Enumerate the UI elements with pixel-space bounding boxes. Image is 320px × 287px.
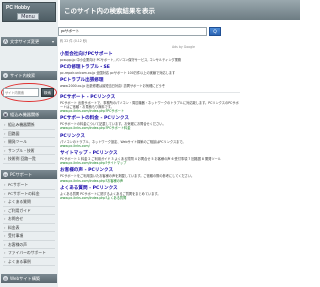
- section-pc-support[interactable]: ▭ PCサポート: [1, 170, 57, 179]
- sidebar: PC Hobby Menu A 文字サイズ変更 ▾ ⌕ サイト内検索 検索 ▣ …: [0, 0, 58, 287]
- logo-title: PC Hobby: [6, 5, 30, 11]
- divider: [60, 91, 240, 93]
- section-web-create[interactable]: ◎ Webサイト構築: [1, 274, 57, 283]
- result-url[interactable]: www.pc-links.com/: [60, 144, 240, 148]
- section-label: サイト内検索: [10, 73, 36, 78]
- menu-item[interactable]: 技術例 回路一覧: [3, 155, 55, 164]
- globe-icon: ◎: [3, 276, 8, 281]
- result-url[interactable]: www.pc-links.com/index.php?PCサポート: [60, 109, 240, 113]
- menu-item[interactable]: お客様の声: [3, 241, 55, 249]
- menu-item[interactable]: 料金表: [3, 224, 55, 232]
- ad-result: 小型会社向けPCサポート pcsupp.jp 中小企業向け PCサポート, パソ…: [60, 52, 240, 62]
- result-stats: 約 22 件 (0.12 秒): [60, 39, 88, 43]
- section-text-size[interactable]: A 文字サイズ変更 ▾: [1, 37, 57, 46]
- result-url[interactable]: www.pc-links.com/index.php?PCサポート料金: [60, 126, 240, 130]
- search-icon: ⌕: [3, 73, 8, 78]
- site-logo[interactable]: PC Hobby Menu: [2, 2, 56, 22]
- menu-item[interactable]: お問合せ: [3, 215, 55, 224]
- search-result: PCサポートの料金 - PCリンクス PCサポートの料金について記載しています。…: [60, 116, 240, 130]
- search-result: お客様の声 - PCリンクス PCサポートをご利用頂いたお客様の声を掲載していま…: [60, 168, 240, 182]
- site-search-input[interactable]: [3, 88, 39, 97]
- search-result: PCサポート - PCリンクス PCサポート 出張サポートで、事務所のパソコン・…: [60, 95, 240, 114]
- results-list: 小型会社向けPCサポート pcsupp.jp 中小企業向け PCサポート, パソ…: [60, 52, 240, 203]
- page-header: このサイト内の検索結果を表示: [60, 0, 300, 20]
- menu-item[interactable]: ファイバーのサポート: [3, 249, 55, 258]
- text-size-icon: A: [3, 39, 8, 44]
- menu-item[interactable]: PCサポートの料金: [3, 190, 55, 198]
- section-label: 文字サイズ変更: [10, 39, 40, 44]
- google-search-input[interactable]: [58, 27, 207, 36]
- ad-result: PCの修理トラブル・SE pc-repair.unicom.co.jp 全国対応…: [60, 65, 240, 75]
- section-label: 組込み機器関係: [10, 112, 40, 117]
- result-url[interactable]: www.pc-links.com/index.php?お客様の声: [60, 179, 240, 183]
- site-search-button[interactable]: 検索: [41, 88, 54, 97]
- menu-item[interactable]: 開発ツール: [3, 138, 55, 147]
- pc-related-menu: 組込み機器関係 回路図 開発ツール サンプル・技術 技術例 回路一覧: [3, 121, 55, 164]
- result-snippet: pcsupp.jp 中小企業向け PCサポート, パソコン保守サービス, コンサ…: [60, 58, 182, 62]
- menu-button[interactable]: Menu: [17, 13, 39, 20]
- result-snippet: PCサポート 出張サポートで、事務所のパソコン・周辺機器・ネットワークのトラブル…: [60, 100, 239, 109]
- menu-item[interactable]: ご利用ガイド: [3, 207, 55, 215]
- result-url[interactable]: www.pc-links.com/index.php?サイトマップ: [60, 161, 240, 165]
- menu-item[interactable]: よくある事例: [3, 258, 55, 266]
- result-snippet: www.2000.co.jp 出張修理は最短当日対応! 訪問サポートお気軽にどう…: [60, 84, 166, 89]
- menu-item[interactable]: 回路図: [3, 130, 55, 138]
- google-search-button[interactable]: Q: [209, 27, 221, 36]
- section-pc-related[interactable]: ▣ 組込み機器関係: [1, 110, 57, 119]
- pc-support-menu: PCサポート PCサポートの料金 よくある質問 ご利用ガイド お問合せ 料金表 …: [3, 181, 55, 266]
- menu-item[interactable]: 受付事項: [3, 232, 55, 241]
- menu-item[interactable]: よくある質問: [3, 198, 55, 207]
- search-result: よくある質問 - PCリンクス よくある質問 PCサポートに関するよくあるご質問…: [60, 186, 240, 200]
- ad-result: PCトラブル出張修理 www.2000.co.jp 出張修理は最短当日対応! 訪…: [60, 78, 240, 88]
- search-result: PCリンクス パソコンのトラブル、ネットワーク設定、Webサイト構築のご相談はP…: [60, 134, 240, 148]
- monitor-icon: ▭: [3, 172, 8, 177]
- menu-item[interactable]: 組込み機器関係: [3, 121, 55, 130]
- google-search-form: Q: [58, 27, 248, 36]
- section-label: Webサイト構築: [10, 276, 41, 281]
- search-result: サイトマップ - PCリンクス PCサポート 1 料金 2 ご利用ガイド 3 よ…: [60, 151, 240, 165]
- section-label: PCサポート: [10, 172, 33, 177]
- site-search-form: 検索: [3, 88, 55, 97]
- chip-icon: ▣: [3, 112, 8, 117]
- menu-item[interactable]: PCサポート: [3, 181, 55, 190]
- result-url[interactable]: www.pc-links.com/index.php?よくある質問: [60, 196, 240, 200]
- page-title: このサイト内の検索結果を表示: [64, 8, 155, 15]
- menu-item[interactable]: サンプル・技術: [3, 147, 55, 155]
- section-site-search: ⌕ サイト内検索: [1, 71, 57, 80]
- result-snippet: pc-repair.unicom.co.jp 全国対応 pcサポート 100万件…: [60, 71, 176, 76]
- ads-label: Ads by Google: [172, 45, 195, 49]
- chevron-down-icon: ▾: [51, 39, 54, 44]
